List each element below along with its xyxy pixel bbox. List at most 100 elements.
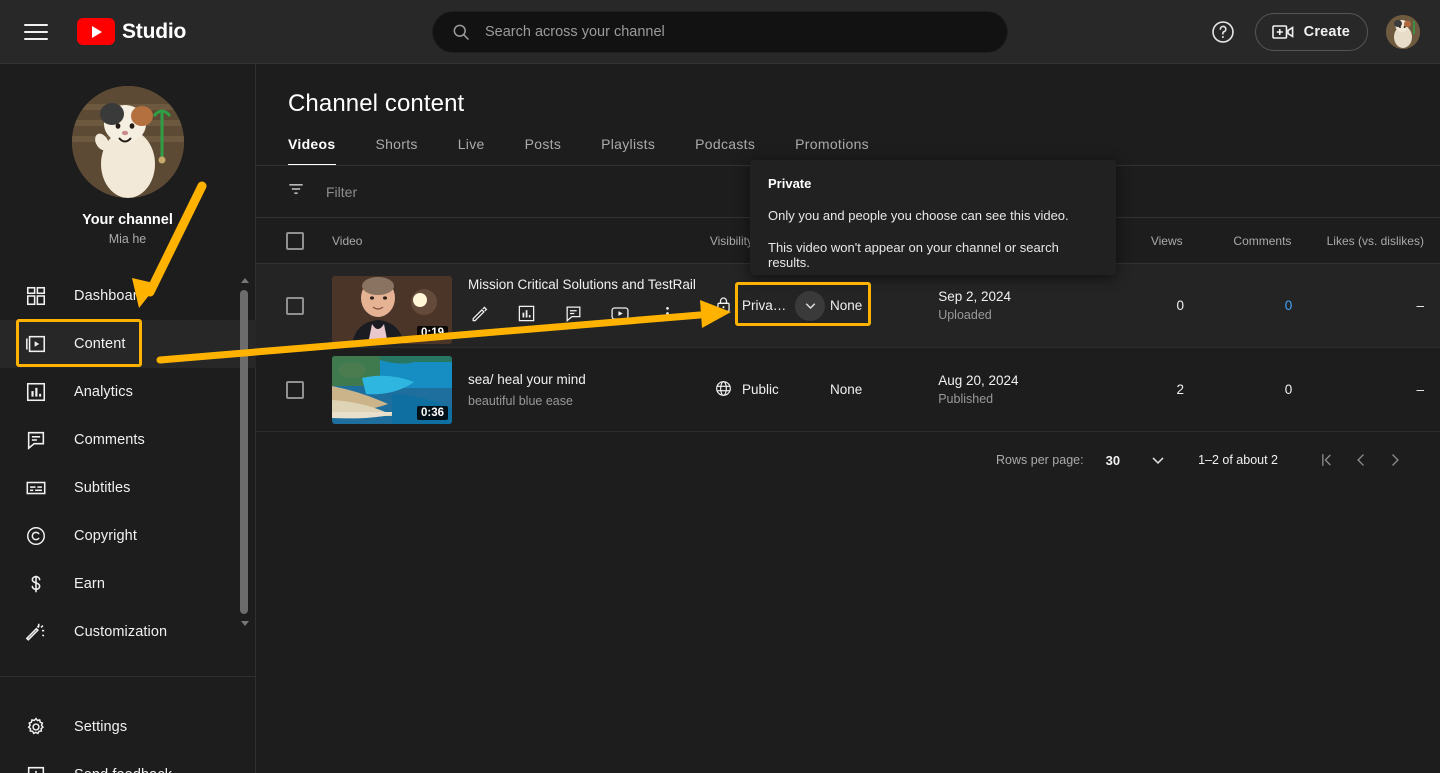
select-all-checkbox[interactable] bbox=[286, 231, 304, 250]
hamburger-icon[interactable] bbox=[24, 18, 52, 46]
visibility-tooltip: Private Only you and people you choose c… bbox=[750, 160, 1116, 275]
app-header: Studio Create bbox=[0, 0, 1440, 64]
tab-label: Posts bbox=[524, 136, 562, 152]
visibility-cell[interactable]: Priva… bbox=[714, 290, 830, 321]
sidebar-item-settings[interactable]: Settings bbox=[0, 703, 256, 751]
create-button[interactable]: Create bbox=[1254, 13, 1368, 51]
visibility-dropdown-button[interactable] bbox=[795, 290, 826, 321]
edit-pencil-icon[interactable] bbox=[468, 302, 490, 324]
rows-per-page-value[interactable]: 30 bbox=[1106, 453, 1120, 468]
sidebar-item-analytics[interactable]: Analytics bbox=[0, 368, 256, 416]
analytics-icon bbox=[24, 380, 48, 404]
next-page-icon[interactable] bbox=[1378, 443, 1412, 477]
table-row[interactable]: 0:19 Mission Critical Solutions and Test… bbox=[256, 264, 1440, 348]
row-checkbox[interactable] bbox=[286, 296, 304, 315]
table-row[interactable]: 0:36 sea/ heal your mind beautiful blue … bbox=[256, 348, 1440, 432]
subtitles-icon bbox=[24, 476, 48, 500]
video-thumbnail[interactable]: 0:36 bbox=[332, 355, 452, 424]
tab-videos[interactable]: Videos bbox=[288, 136, 353, 166]
sidebar-item-label: Earn bbox=[74, 576, 106, 592]
comments-value[interactable]: 0 bbox=[1285, 298, 1293, 313]
filter-input[interactable]: Filter bbox=[326, 184, 357, 200]
sidebar-item-label: Copyright bbox=[74, 528, 137, 544]
rows-per-page-dropdown[interactable] bbox=[1144, 446, 1172, 474]
globe-icon bbox=[714, 379, 733, 401]
sidebar-item-label: Settings bbox=[74, 719, 128, 735]
youtube-play-icon[interactable] bbox=[609, 302, 631, 324]
tab-posts[interactable]: Posts bbox=[525, 136, 580, 166]
column-header-video: Video bbox=[332, 233, 363, 248]
video-duration: 0:19 bbox=[416, 325, 448, 340]
sidebar-item-label: Analytics bbox=[74, 384, 133, 400]
earn-dollar-icon bbox=[24, 572, 48, 596]
youtube-studio-page: Studio Create bbox=[0, 0, 1440, 773]
video-title[interactable]: sea/ heal your mind bbox=[468, 371, 714, 389]
prev-page-icon[interactable] bbox=[1344, 443, 1378, 477]
sidebar-item-dashboard[interactable]: Dashboard bbox=[0, 272, 256, 320]
sidebar-item-customization[interactable]: Customization bbox=[0, 608, 256, 656]
sidebar-item-content[interactable]: Content bbox=[0, 320, 256, 368]
analytics-icon[interactable] bbox=[515, 302, 537, 324]
dashboard-icon bbox=[24, 284, 48, 308]
sidebar: Your channel Mia he Dashboard Content An… bbox=[0, 64, 256, 773]
help-circle-icon[interactable] bbox=[1209, 18, 1237, 46]
studio-logo[interactable]: Studio bbox=[77, 18, 186, 45]
channel-name: Mia he bbox=[108, 232, 147, 246]
scroll-up-arrow[interactable] bbox=[241, 278, 249, 283]
video-title[interactable]: Mission Critical Solutions and TestRail bbox=[468, 276, 714, 294]
restrictions-value: None bbox=[830, 297, 863, 313]
video-plus-icon bbox=[1271, 25, 1294, 39]
sidebar-item-subtitles[interactable]: Subtitles bbox=[0, 464, 256, 512]
tooltip-title: Private bbox=[768, 176, 812, 191]
search-bar[interactable] bbox=[432, 11, 1008, 53]
tooltip-line-2: This video won't appear on your channel … bbox=[768, 240, 1059, 270]
tab-playlists[interactable]: Playlists bbox=[601, 136, 673, 166]
visibility-value: Public bbox=[742, 382, 779, 397]
visibility-cell[interactable]: Public bbox=[714, 379, 830, 401]
tab-live[interactable]: Live bbox=[458, 136, 503, 166]
sidebar-item-send-feedback[interactable]: Send feedback bbox=[0, 751, 256, 773]
search-icon bbox=[453, 24, 470, 41]
scrollbar-thumb[interactable] bbox=[240, 290, 248, 614]
sidebar-item-copyright[interactable]: Copyright bbox=[0, 512, 256, 560]
filter-icon[interactable] bbox=[286, 179, 306, 204]
comments-icon bbox=[24, 428, 48, 452]
first-page-icon[interactable] bbox=[1310, 443, 1344, 477]
sidebar-item-label: Content bbox=[74, 336, 126, 352]
sidebar-item-label: Subtitles bbox=[74, 480, 131, 496]
date-value: Aug 20, 2024 bbox=[938, 373, 1019, 388]
tab-label: Live bbox=[457, 136, 485, 152]
date-status: Uploaded bbox=[938, 308, 992, 322]
avatar[interactable] bbox=[1386, 15, 1420, 49]
tab-label: Promotions bbox=[795, 136, 869, 152]
feedback-icon bbox=[24, 763, 48, 773]
create-button-label: Create bbox=[1303, 24, 1350, 40]
more-options-icon[interactable] bbox=[656, 302, 678, 324]
sidebar-scrollbar[interactable] bbox=[240, 276, 249, 656]
comments-icon[interactable] bbox=[562, 302, 584, 324]
channel-block: Your channel Mia he bbox=[0, 64, 255, 246]
content-icon bbox=[24, 332, 48, 356]
comments-value: 0 bbox=[1284, 381, 1293, 397]
views-value: 0 bbox=[1176, 297, 1185, 313]
gear-icon bbox=[24, 715, 48, 739]
video-thumbnail[interactable]: 0:19 bbox=[332, 275, 452, 344]
restrictions-value: None bbox=[830, 381, 863, 397]
sidebar-item-comments[interactable]: Comments bbox=[0, 416, 256, 464]
sidebar-item-label: Send feedback bbox=[74, 767, 172, 773]
row-checkbox[interactable] bbox=[286, 380, 304, 399]
likes-value: – bbox=[1416, 381, 1424, 397]
scroll-down-arrow[interactable] bbox=[241, 621, 249, 626]
pagination-range: 1–2 of about 2 bbox=[1198, 453, 1278, 467]
search-input[interactable] bbox=[485, 24, 989, 40]
youtube-logo-icon bbox=[77, 18, 115, 45]
views-value: 2 bbox=[1176, 381, 1185, 397]
channel-label: Your channel bbox=[82, 212, 173, 228]
row-hover-actions bbox=[468, 302, 714, 324]
channel-avatar[interactable] bbox=[71, 86, 184, 198]
tab-shorts[interactable]: Shorts bbox=[375, 136, 435, 166]
sidebar-item-earn[interactable]: Earn bbox=[0, 560, 256, 608]
tab-label: Videos bbox=[288, 136, 336, 152]
pagination-bar: Rows per page: 30 1–2 of about 2 bbox=[256, 432, 1440, 488]
sidebar-item-label: Dashboard bbox=[74, 288, 146, 304]
